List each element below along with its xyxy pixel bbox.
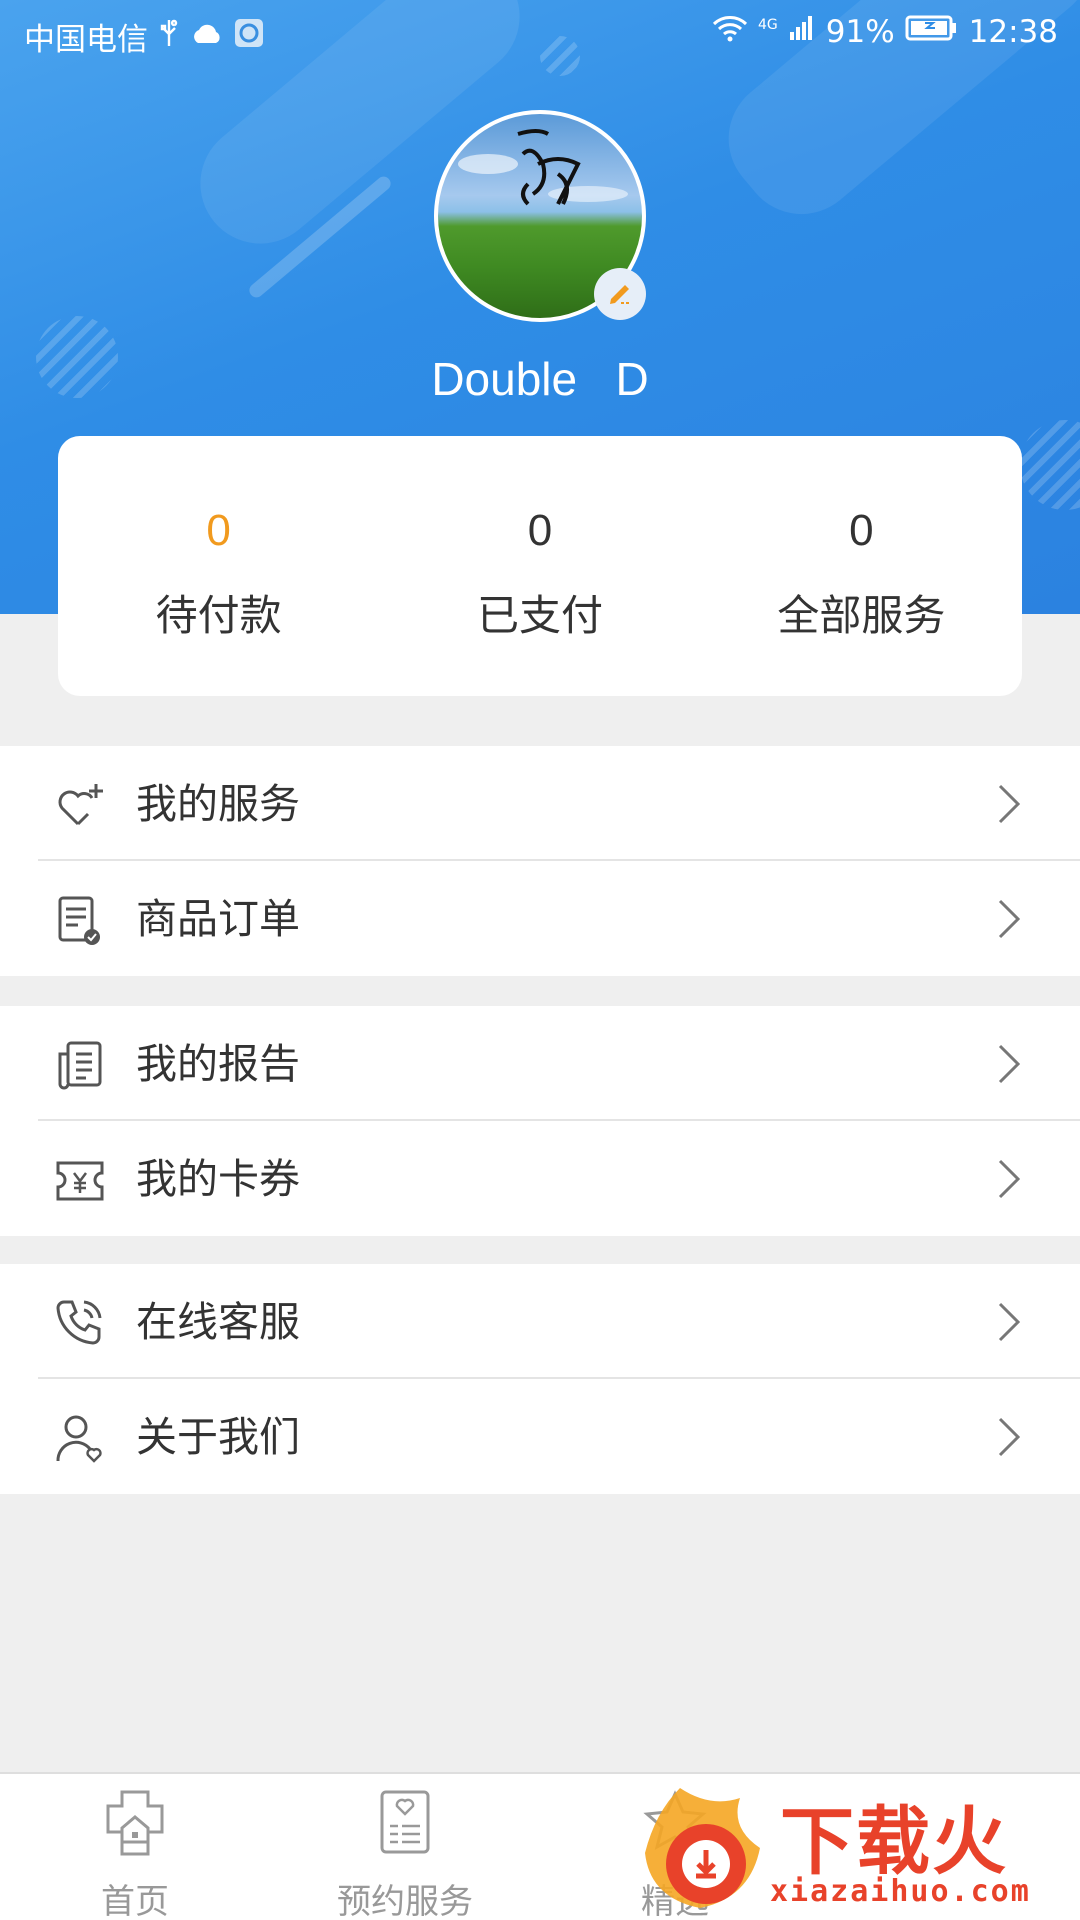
menu-item-product-orders[interactable]: 商品订单 <box>0 861 1080 976</box>
menu-item-label: 我的报告 <box>136 1040 300 1088</box>
stat-value: 0 <box>849 506 874 555</box>
menu-item-label: 关于我们 <box>136 1413 300 1461</box>
signal-icon <box>788 14 816 50</box>
chevron-right-icon <box>994 1300 1024 1344</box>
app-notification-icon <box>234 18 264 56</box>
watermark-text: 下载火 <box>780 1799 1008 1885</box>
network-type: 4G <box>757 17 778 33</box>
wifi-icon <box>712 14 748 50</box>
menu-item-my-reports[interactable]: 我的报告 <box>0 1006 1080 1121</box>
username: Double D <box>431 353 649 405</box>
tab-label: 首页 <box>101 1882 169 1920</box>
avatar-container[interactable] <box>434 110 646 322</box>
stat-value: 0 <box>527 506 553 555</box>
stat-label: 待付款 <box>155 591 282 640</box>
menu-item-label: 我的卡券 <box>136 1155 300 1203</box>
menu-item-label: 在线客服 <box>136 1298 300 1346</box>
stat-paid[interactable]: 0 已支付 <box>379 436 700 696</box>
usb-icon <box>158 18 180 56</box>
edit-avatar-button[interactable] <box>594 268 646 320</box>
tab-home[interactable]: 首页 <box>0 1774 270 1920</box>
appointment-icon <box>370 1788 440 1858</box>
header-decoration <box>1020 420 1080 510</box>
menu-item-about-us[interactable]: 关于我们 <box>0 1379 1080 1494</box>
status-bar: 中国电信 4G 91% 12:38 <box>0 0 1080 68</box>
order-icon <box>54 895 106 947</box>
menu-item-my-services[interactable]: 我的服务 <box>0 746 1080 861</box>
pencil-icon <box>605 277 635 311</box>
watermark-url: xiazaihuo.com <box>770 1874 1031 1909</box>
stat-all-services[interactable]: 0 全部服务 <box>701 436 1022 696</box>
menu-item-online-support[interactable]: 在线客服 <box>0 1264 1080 1379</box>
menu-group: 我的服务 商品订单 <box>0 746 1080 976</box>
battery-icon <box>905 14 959 50</box>
stat-value: 0 <box>206 506 231 555</box>
cloud-icon <box>190 19 224 55</box>
chevron-right-icon <box>994 1157 1024 1201</box>
menu-group: 在线客服 关于我们 <box>0 1264 1080 1494</box>
stat-label: 全部服务 <box>777 591 946 640</box>
heart-plus-icon <box>54 780 106 832</box>
menu-item-label: 商品订单 <box>136 895 300 943</box>
user-icon <box>54 1413 106 1465</box>
home-icon <box>100 1788 170 1858</box>
menu-item-my-coupons[interactable]: 我的卡券 <box>0 1121 1080 1236</box>
chevron-right-icon <box>994 897 1024 941</box>
watermark: 下载火 xiazaihuo.com <box>640 1772 1080 1920</box>
order-stats-card: 0 待付款 0 已支付 0 全部服务 <box>58 436 1022 696</box>
menu-item-label: 我的服务 <box>136 780 300 828</box>
tab-appointment[interactable]: 预约服务 <box>270 1774 540 1920</box>
battery-percent: 91% <box>825 14 895 50</box>
tab-label: 预约服务 <box>337 1882 473 1920</box>
watermark-logo-icon <box>640 1778 770 1920</box>
menu-group: 我的报告 我的卡券 <box>0 1006 1080 1236</box>
carrier-name: 中国电信 <box>24 22 148 58</box>
report-icon <box>54 1040 106 1092</box>
chevron-right-icon <box>994 1415 1024 1459</box>
chevron-right-icon <box>994 1042 1024 1086</box>
coupon-icon <box>54 1155 106 1207</box>
stat-label: 已支付 <box>476 591 603 640</box>
phone-icon <box>54 1298 106 1350</box>
clock: 12:38 <box>968 14 1058 50</box>
chevron-right-icon <box>994 782 1024 826</box>
stat-pending-payment[interactable]: 0 待付款 <box>58 436 379 696</box>
